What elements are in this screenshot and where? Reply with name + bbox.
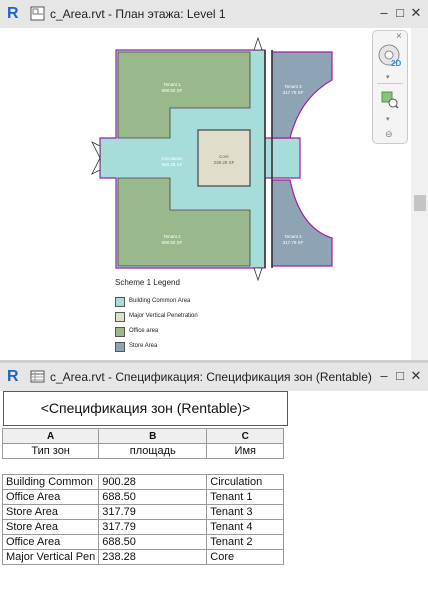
schedule-table: A B C Тип зон площадь Имя Building Commo… — [1, 428, 285, 565]
cell-area[interactable]: 238.28 — [98, 549, 208, 565]
svg-text:317.79 SF: 317.79 SF — [283, 240, 304, 245]
table-row[interactable]: Building Common 900.28 Circulation — [1, 474, 285, 490]
cell-area-type[interactable]: Office Area — [1, 534, 100, 550]
column-letter-b[interactable]: B — [98, 428, 208, 444]
floor-plan-drawing: Tenant 1 688.50 SF Tenant 2 688.50 SF Te… — [91, 36, 333, 282]
minimize-button[interactable]: – — [377, 6, 391, 20]
floor-plan-view-icon — [30, 6, 45, 21]
revit-logo-icon: R — [7, 368, 19, 385]
maximize-button[interactable]: □ — [393, 369, 407, 383]
table-row[interactable]: Office Area 688.50 Tenant 2 — [1, 534, 285, 550]
schedule-view-titlebar[interactable]: R c_Area.rvt - Спецификация: Спецификаци… — [0, 363, 428, 392]
cell-name[interactable]: Tenant 4 — [206, 519, 285, 535]
cell-name[interactable]: Core — [206, 549, 285, 565]
cell-area-type[interactable]: Store Area — [1, 504, 100, 520]
plan-view-titlebar[interactable]: R c_Area.rvt - План этажа: Level 1 – □ ✕ — [0, 0, 428, 29]
table-row[interactable]: Store Area 317.79 Tenant 3 — [1, 504, 285, 520]
cell-area[interactable]: 317.79 — [98, 519, 208, 535]
cell-area[interactable]: 688.50 — [98, 534, 208, 550]
tag-circulation: Circulation — [161, 156, 183, 161]
entrance-top — [253, 36, 263, 51]
legend-swatch — [115, 312, 125, 322]
vertical-scrollbar[interactable] — [411, 28, 428, 360]
svg-text:900.28 SF: 900.28 SF — [162, 162, 183, 167]
cell-area[interactable]: 688.50 — [98, 489, 208, 505]
schedule-title[interactable]: <Спецификация зон (Rentable)> — [3, 391, 288, 426]
cell-area[interactable]: 900.28 — [98, 474, 208, 490]
zoom-dropdown-icon[interactable]: ▾ — [386, 115, 390, 123]
cell-area-type[interactable]: Major Vertical Pen — [1, 549, 100, 565]
close-button[interactable]: ✕ — [409, 369, 423, 383]
svg-text:688.50 SF: 688.50 SF — [162, 240, 183, 245]
cell-name[interactable]: Tenant 1 — [206, 489, 285, 505]
close-button[interactable]: ✕ — [409, 6, 423, 20]
cell-area-type[interactable]: Building Common — [1, 474, 100, 490]
navbar-close-icon[interactable]: × — [396, 31, 402, 42]
cell-name[interactable]: Tenant 2 — [206, 534, 285, 550]
tag-core: Core — [219, 154, 229, 159]
scrollbar-thumb[interactable] — [414, 195, 426, 211]
svg-text:238.28 SF: 238.28 SF — [214, 160, 235, 165]
svg-text:688.50 SF: 688.50 SF — [162, 88, 183, 93]
entrance-left — [91, 141, 101, 175]
legend-title: Scheme 1 Legend — [115, 278, 180, 287]
tag-tenant-4: Tenant 4 — [284, 234, 302, 239]
column-letter-a[interactable]: A — [1, 428, 100, 444]
tag-tenant-1: Tenant 1 — [163, 82, 181, 87]
schedule-area[interactable]: <Спецификация зон (Rentable)> A B C Тип … — [0, 391, 428, 589]
tenant-3-store — [271, 51, 333, 139]
maximize-button[interactable]: □ — [393, 6, 407, 20]
cell-area[interactable]: 317.79 — [98, 504, 208, 520]
table-row[interactable]: Store Area 317.79 Tenant 4 — [1, 519, 285, 535]
legend-swatch — [115, 342, 125, 352]
column-header-row: Тип зон площадь Имя — [1, 443, 285, 459]
cell-name[interactable]: Tenant 3 — [206, 504, 285, 520]
table-row[interactable]: Office Area 688.50 Tenant 1 — [1, 489, 285, 505]
cell-area-type[interactable]: Office Area — [1, 489, 100, 505]
table-row[interactable]: Major Vertical Pen 238.28 Core — [1, 549, 285, 565]
column-header-area-type[interactable]: Тип зон — [1, 443, 100, 459]
tenant-4-store — [271, 179, 333, 267]
wheel-dropdown-icon[interactable]: ▾ — [386, 73, 390, 81]
navbar-divider — [377, 83, 403, 84]
revit-logo-icon: R — [7, 5, 19, 22]
cell-area-type[interactable]: Store Area — [1, 519, 100, 535]
zoom-region-icon[interactable] — [381, 91, 399, 109]
legend-swatch — [115, 327, 125, 337]
navbar-options-icon[interactable]: ⊖ — [385, 129, 393, 140]
minimize-button[interactable]: – — [377, 369, 391, 383]
cell-name[interactable]: Circulation — [206, 474, 285, 490]
tag-tenant-3: Tenant 3 — [284, 84, 302, 89]
column-letter-row: A B C — [1, 428, 285, 444]
spacer-row — [2, 458, 284, 475]
schedule-view-icon — [30, 370, 45, 383]
wheel-2d-label: 2D — [391, 59, 402, 68]
column-header-name[interactable]: Имя — [206, 443, 285, 459]
schedule-view-title: c_Area.rvt - Спецификация: Спецификация … — [50, 370, 372, 384]
tag-tenant-2: Tenant 2 — [163, 234, 181, 239]
legend-swatch — [115, 297, 125, 307]
column-letter-c[interactable]: C — [206, 428, 285, 444]
plan-view-title: c_Area.rvt - План этажа: Level 1 — [50, 7, 226, 21]
svg-text:317.79 SF: 317.79 SF — [283, 90, 304, 95]
entrance-bottom — [253, 267, 263, 282]
column-header-area[interactable]: площадь — [98, 443, 208, 459]
drawing-area[interactable]: Tenant 1 688.50 SF Tenant 2 688.50 SF Te… — [0, 28, 428, 360]
navigation-bar[interactable]: × 2D ▾ ▾ ⊖ — [372, 30, 408, 144]
